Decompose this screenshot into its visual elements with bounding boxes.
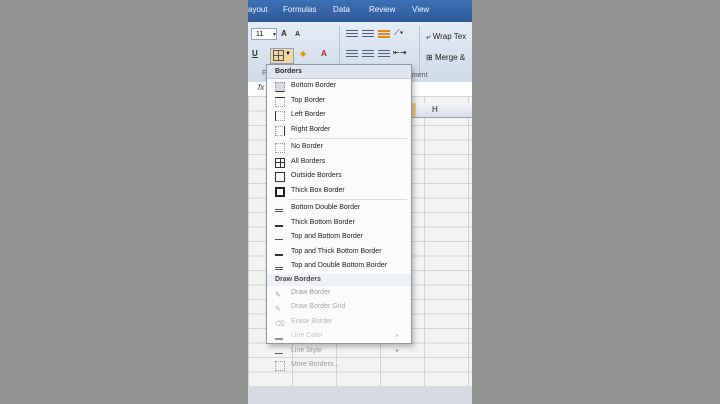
- grow-font-button[interactable]: A: [281, 28, 287, 40]
- align-bottom-icon[interactable]: [378, 30, 390, 39]
- status-bar: [248, 386, 472, 404]
- wrap-text-button[interactable]: ⤶ Wrap Tex: [426, 32, 466, 42]
- menu-item-thick-bottom-border[interactable]: Thick Bottom Border: [267, 216, 411, 231]
- indent-icon[interactable]: ⇤⇥: [393, 47, 406, 59]
- top-bottom-border-icon: [275, 233, 283, 240]
- top-border-icon: [275, 96, 285, 107]
- wrap-text-icon: ⤶: [426, 32, 433, 41]
- menu-separator: [289, 199, 407, 200]
- menu-separator: [289, 138, 407, 139]
- align-middle-icon[interactable]: [362, 30, 374, 39]
- bottom-border-icon: [275, 82, 285, 92]
- menu-item-all-borders[interactable]: All Borders: [267, 155, 411, 170]
- borders-icon: [273, 50, 284, 61]
- menu-item-thick-box-border[interactable]: Thick Box Border: [267, 184, 411, 199]
- menu-item-outside-borders[interactable]: Outside Borders: [267, 169, 411, 184]
- menu-item-draw-border[interactable]: ✎ Draw Border: [267, 286, 411, 301]
- menu-item-erase-border[interactable]: ⌫ Erase Border: [267, 315, 411, 330]
- top-double-bottom-border-icon: [275, 262, 283, 270]
- column-header-h[interactable]: H: [432, 105, 438, 114]
- menu-item-bottom-double-border[interactable]: Bottom Double Border: [267, 201, 411, 216]
- thick-box-border-icon: [275, 186, 285, 197]
- submenu-arrow-icon: ▸: [395, 333, 399, 339]
- chevron-down-icon[interactable]: ▼: [272, 32, 277, 38]
- draw-borders-header: Draw Borders: [267, 273, 411, 286]
- orientation-icon[interactable]: ⟋▾: [394, 27, 404, 39]
- left-border-icon: [275, 111, 285, 121]
- merge-icon: ⊞: [426, 53, 435, 62]
- outside-borders-icon: [275, 172, 285, 182]
- thick-bottom-border-icon: [275, 219, 283, 227]
- borders-dropdown-menu: Borders Bottom Border Top Border Left Bo…: [266, 64, 412, 371]
- align-top-icon[interactable]: [346, 30, 358, 39]
- right-letterbox: [472, 0, 720, 404]
- font-color-button[interactable]: A: [321, 48, 327, 60]
- fx-icon[interactable]: fx: [258, 83, 264, 92]
- bottom-double-border-icon: [275, 204, 283, 212]
- underline-button[interactable]: U: [252, 48, 258, 60]
- chevron-down-icon: ▼: [285, 51, 291, 57]
- tab-review[interactable]: Review: [369, 5, 395, 14]
- submenu-arrow-icon: ▸: [395, 347, 399, 354]
- menu-item-top-border[interactable]: Top Border: [267, 94, 411, 109]
- align-center-icon[interactable]: [362, 50, 374, 59]
- menu-item-top-thick-bottom-border[interactable]: Top and Thick Bottom Border: [267, 245, 411, 260]
- menu-item-left-border[interactable]: Left Border: [267, 108, 411, 123]
- menu-item-no-border[interactable]: No Border: [267, 140, 411, 155]
- tab-view[interactable]: View: [412, 5, 429, 14]
- left-letterbox: [0, 0, 248, 404]
- top-thick-bottom-border-icon: [275, 248, 283, 256]
- borders-button[interactable]: ▼: [270, 48, 294, 64]
- ribbon-tab-bar: ayout Formulas Data Review View: [248, 0, 472, 22]
- menu-item-top-bottom-border[interactable]: Top and Bottom Border: [267, 230, 411, 245]
- menu-title: Borders: [267, 65, 411, 79]
- more-borders-icon: [275, 361, 285, 371]
- menu-item-more-borders[interactable]: More Borders...: [267, 358, 411, 373]
- ribbon-divider: [419, 26, 420, 76]
- menu-item-top-double-bottom-border[interactable]: Top and Double Bottom Border: [267, 259, 411, 274]
- shrink-font-button[interactable]: A: [295, 29, 300, 41]
- menu-item-right-border[interactable]: Right Border: [267, 123, 411, 138]
- menu-item-draw-border-grid[interactable]: ✎ Draw Border Grid: [267, 300, 411, 315]
- right-border-icon: [275, 125, 285, 136]
- fill-color-icon[interactable]: ◆: [300, 48, 306, 60]
- tab-formulas[interactable]: Formulas: [283, 5, 316, 14]
- tab-data[interactable]: Data: [333, 5, 350, 14]
- menu-item-line-color[interactable]: Line Color ▸: [267, 329, 411, 344]
- menu-item-bottom-border[interactable]: Bottom Border: [267, 79, 411, 94]
- pencil-icon: ✎: [275, 291, 281, 299]
- excel-screen: ayout Formulas Data Review View 11 ▼ A A…: [248, 0, 472, 404]
- pencil-grid-icon: ✎: [275, 306, 281, 313]
- align-right-icon[interactable]: [378, 50, 390, 59]
- menu-item-line-style[interactable]: Line Style ▸: [267, 344, 411, 359]
- no-border-icon: [275, 143, 285, 153]
- merge-center-button[interactable]: ⊞ Merge &: [426, 53, 465, 62]
- all-borders-icon: [275, 157, 285, 168]
- eraser-icon: ⌫: [275, 320, 285, 328]
- align-left-icon[interactable]: [346, 50, 358, 59]
- line-color-icon: [275, 332, 283, 340]
- line-style-icon: [275, 347, 283, 354]
- tab-page-layout[interactable]: ayout: [248, 5, 268, 14]
